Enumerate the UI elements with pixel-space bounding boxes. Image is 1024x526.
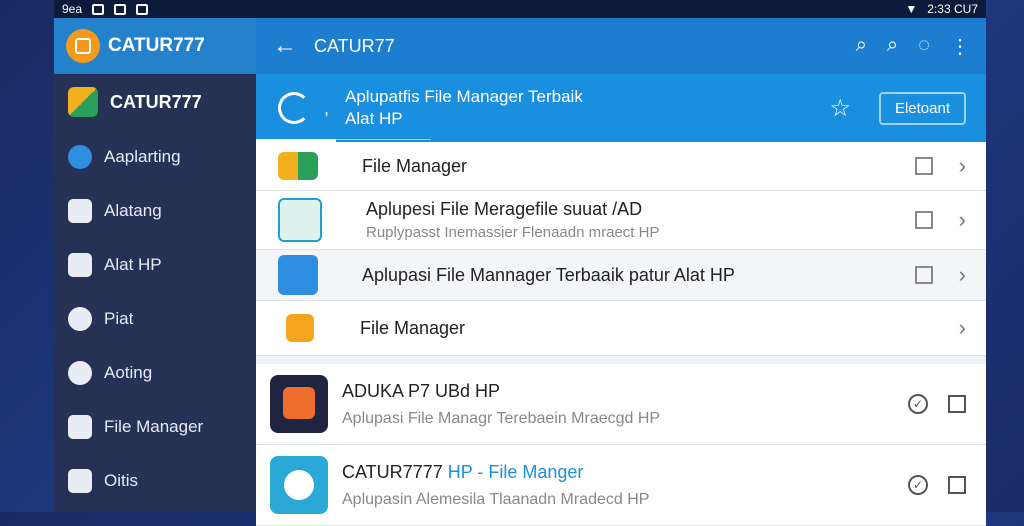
status-right-text: 2:33 CU7	[927, 2, 978, 16]
wifi-icon: ▼	[905, 2, 918, 16]
sidebar-item-label: File Manager	[104, 417, 204, 436]
list-item-subtitle: Ruplypasst Inemassier Flenaadn mraect HP	[366, 224, 660, 241]
main-panel: ← CATUR77 ⌕ ⌕ ◌ ⋮ , Aplupatfis File Mana…	[256, 18, 986, 526]
sidebar-item-alatang[interactable]: Alatang	[54, 184, 256, 238]
chevron-right-icon[interactable]: ›	[959, 153, 966, 179]
list-item-title: File Manager	[360, 317, 466, 338]
list-item[interactable]: File Manager ›	[256, 301, 986, 356]
file-list: File Manager › Aplupesi File Meragefile …	[256, 142, 986, 356]
sidebar-item-label: Aoting	[104, 363, 153, 382]
search-icon	[68, 361, 92, 385]
sidebar-item-label: Piat	[104, 309, 134, 328]
list-item-title: Aplupesi File Meragefile suuat /AD	[366, 199, 643, 219]
sidebar-item-file-manager[interactable]: File Manager	[54, 400, 256, 454]
back-arrow-icon[interactable]: ←	[256, 32, 314, 60]
refresh-icon	[278, 92, 310, 124]
app-icon	[286, 314, 314, 342]
banner-dot: ,	[324, 97, 330, 118]
phone-icon	[68, 253, 92, 277]
card-subtitle: Aplupasin Alemesila Tlaanadn Mradecd HP	[342, 490, 650, 508]
checkbox[interactable]	[914, 211, 933, 229]
check-circle-icon[interactable]: ✓	[908, 394, 928, 414]
image-icon	[92, 3, 105, 15]
banner-line-1: Aplupatfis File Manager Terbaik	[345, 87, 583, 106]
sidebar-item-label: CATUR777	[110, 91, 202, 112]
sidebar-item-label: Alat HP	[104, 255, 162, 274]
list-item[interactable]: Aplupesi File Meragefile suuat /AD Ruply…	[256, 191, 986, 250]
sidebar-brand[interactable]: CATUR777	[54, 18, 256, 74]
list-item[interactable]: Aplupasi File Mannager Terbaaik patur Al…	[256, 250, 986, 301]
featured-banner[interactable]: , Aplupatfis File Manager Terbaik Alat H…	[256, 74, 986, 142]
grid-icon	[68, 469, 92, 493]
camera-icon	[114, 3, 127, 15]
sidebar-item-catur777[interactable]: CATUR777	[54, 74, 256, 130]
sidebar-item-label: Aaplarting	[104, 147, 181, 166]
app-icon	[278, 152, 318, 180]
gamepad-icon	[136, 3, 149, 15]
sidebar-item-aoting[interactable]: Aoting	[54, 346, 256, 400]
checkbox[interactable]	[948, 395, 966, 413]
sidebar-item-label: Oitis	[104, 471, 138, 490]
search-icon[interactable]: ⌕	[856, 34, 867, 59]
list-item-title: Aplupasi File Mannager Terbaaik patur Al…	[362, 264, 735, 285]
checkbox[interactable]	[948, 476, 966, 494]
checkbox[interactable]	[914, 157, 933, 175]
sidebar-item-label: Alatang	[104, 201, 162, 220]
sidebar: CATUR777 CATUR777 Aaplarting Alatang Ala…	[54, 18, 256, 512]
chevron-right-icon[interactable]: ›	[959, 315, 966, 341]
list-item[interactable]: File Manager ›	[256, 142, 986, 191]
card-subtitle: Aplupasi File Managr Terebaein Mraecgd H…	[342, 409, 661, 427]
app-card-list: ADUKA P7 UBd HP Aplupasi File Managr Ter…	[256, 356, 986, 526]
sidebar-item-piat[interactable]: Piat	[54, 292, 256, 346]
app-bar: ← CATUR77 ⌕ ⌕ ◌ ⋮	[256, 18, 986, 74]
checkbox[interactable]	[914, 266, 933, 284]
sidebar-item-oitis[interactable]: Oitis	[54, 454, 256, 508]
briefcase-icon	[68, 199, 92, 223]
app-bar-title: CATUR77	[314, 35, 395, 56]
app-logo-icon	[68, 87, 98, 117]
banner-line-2: Alat HP	[345, 109, 403, 128]
more-icon[interactable]: ⋮	[950, 34, 970, 59]
folder-icon	[68, 415, 92, 439]
sidebar-item-alat-hp[interactable]: Alat HP	[54, 238, 256, 292]
app-card[interactable]: ADUKA P7 UBd HP Aplupasi File Managr Ter…	[256, 364, 986, 445]
app-icon	[270, 375, 328, 433]
app-icon	[278, 198, 322, 242]
tab-indicator-line	[336, 139, 431, 140]
app-icon	[270, 456, 328, 514]
app-card[interactable]: CATUR7777 HP - File Manger Aplupasin Ale…	[256, 445, 986, 526]
sync-icon	[68, 307, 92, 331]
app-icon	[278, 255, 318, 295]
card-title: CATUR7777 HP - File Manger	[342, 461, 584, 482]
clock-icon	[68, 145, 92, 169]
star-icon[interactable]: ☆	[829, 94, 851, 123]
banner-button[interactable]: Eletoant	[878, 91, 966, 125]
check-circle-icon[interactable]: ✓	[908, 475, 928, 495]
list-item-title: File Manager	[362, 155, 468, 176]
brand-logo-icon	[66, 29, 100, 63]
chat-icon[interactable]: ◌	[918, 34, 930, 59]
chevron-right-icon[interactable]: ›	[959, 207, 966, 233]
zoom-icon[interactable]: ⌕	[887, 34, 898, 59]
status-left-text: 9ea	[62, 2, 83, 16]
card-title: ADUKA P7 UBd HP	[342, 380, 501, 401]
chevron-right-icon[interactable]: ›	[959, 262, 966, 288]
sidebar-item-aaplarting[interactable]: Aaplarting	[54, 130, 256, 184]
status-bar: 9ea ▼ 2:33 CU7	[54, 0, 986, 18]
brand-title: CATUR777	[108, 35, 205, 56]
